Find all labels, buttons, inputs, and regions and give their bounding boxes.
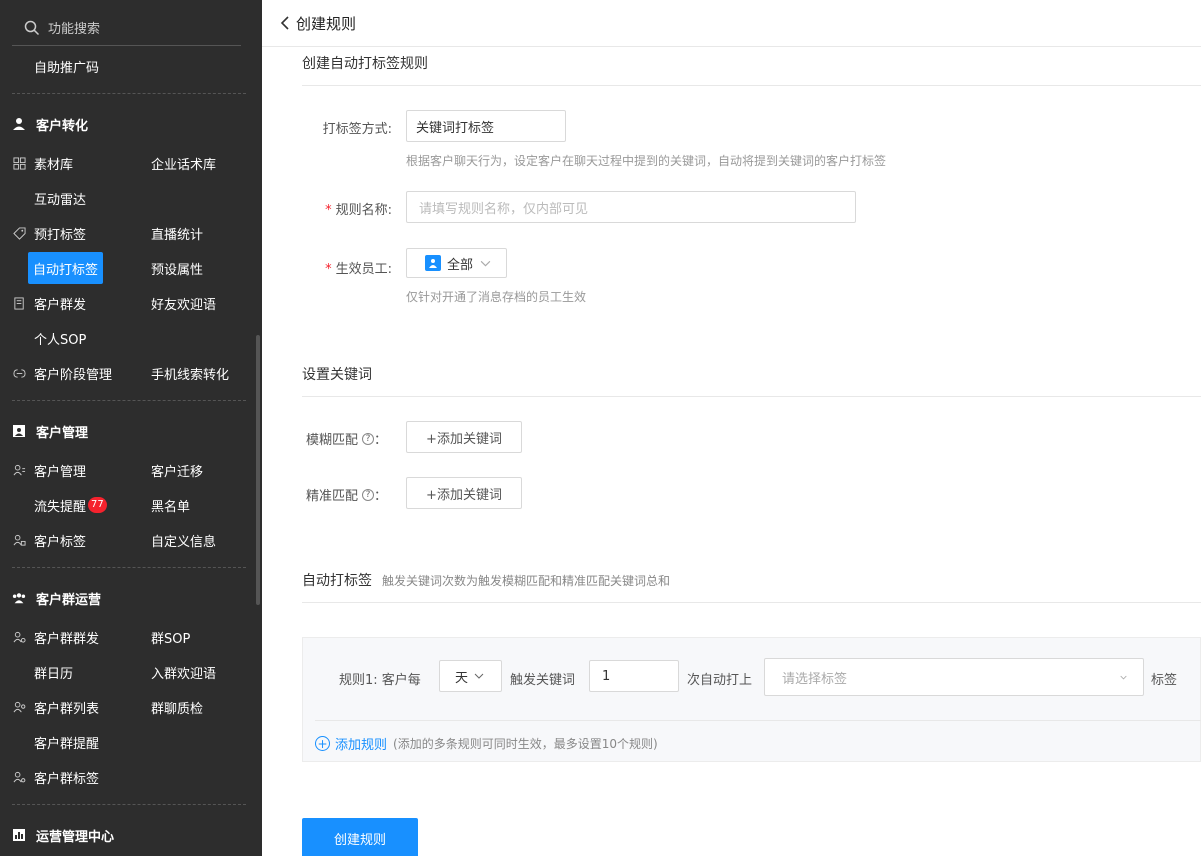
rule-name-input[interactable]: 请填写规则名称，仅内部可见 bbox=[406, 191, 856, 223]
sidebar-item-friend-welcome[interactable]: 好友欢迎语 bbox=[151, 293, 216, 313]
sidebar-item-radar[interactable]: 互动雷达 bbox=[34, 188, 86, 208]
rule-suffix: 标签 bbox=[1151, 673, 1178, 688]
tag-icon bbox=[12, 226, 26, 240]
section-ops-center: 运营管理中心 bbox=[12, 825, 114, 845]
section-group-operations: 客户群运营 bbox=[12, 588, 101, 608]
section-title-create-rule: 创建自动打标签规则 bbox=[302, 56, 428, 72]
sidebar-item-customer-tags[interactable]: 客户标签 bbox=[12, 530, 86, 550]
staff-hint: 仅针对开通了消息存档的员工生效 bbox=[406, 290, 587, 304]
rule-name-label: * 规则名称: bbox=[325, 203, 392, 218]
sidebar-divider bbox=[12, 400, 246, 401]
sidebar-item-personal-sop[interactable]: 个人SOP bbox=[34, 328, 86, 348]
sidebar-item-group-reminder[interactable]: 客户群提醒 bbox=[34, 732, 99, 752]
page-title: 创建规则 bbox=[296, 14, 357, 33]
function-search[interactable]: 功能搜索 bbox=[12, 10, 241, 46]
link-icon bbox=[12, 366, 26, 380]
user-list-icon bbox=[12, 463, 26, 477]
staff-label: * 生效员工: bbox=[325, 262, 392, 277]
sidebar-item-churn-alert[interactable]: 流失提醒 77 bbox=[34, 495, 107, 515]
sidebar-item-phone-leads[interactable]: 手机线索转化 bbox=[151, 363, 229, 383]
staff-avatar-icon bbox=[425, 255, 441, 271]
churn-count-badge: 77 bbox=[88, 497, 107, 513]
sidebar-item-pre-tag[interactable]: 预打标签 bbox=[12, 223, 86, 243]
rule-trigger-label: 触发关键词 bbox=[510, 673, 576, 688]
staff-select[interactable]: 全部 bbox=[406, 248, 507, 278]
add-fuzzy-keyword-button[interactable]: +添加关键词 bbox=[406, 421, 522, 453]
sidebar-item-mass-send[interactable]: 客户群发 bbox=[12, 293, 86, 313]
add-rule-hint: (添加的多条规则可同时生效，最多设置10个规则) bbox=[393, 737, 658, 751]
chevron-down-icon bbox=[1120, 675, 1127, 679]
search-placeholder: 功能搜索 bbox=[48, 22, 101, 37]
user-icon bbox=[12, 117, 26, 131]
group-icon bbox=[12, 591, 26, 605]
add-exact-keyword-button[interactable]: +添加关键词 bbox=[406, 477, 522, 509]
required-mark: * bbox=[325, 262, 332, 277]
sidebar-item-auto-tag[interactable]: 自动打标签 bbox=[28, 252, 104, 284]
sidebar-item-group-sop[interactable]: 群SOP bbox=[151, 627, 190, 647]
contact-card-icon bbox=[12, 424, 26, 438]
sidebar-item-group-mass-send[interactable]: 客户群群发 bbox=[12, 627, 99, 647]
sidebar-scrollbar[interactable] bbox=[256, 335, 260, 605]
chevron-down-icon bbox=[480, 260, 491, 266]
group-tag-icon bbox=[12, 770, 26, 784]
section-customer-management: 客户管理 bbox=[12, 421, 88, 441]
sidebar-item-group-list[interactable]: 客户群列表 bbox=[12, 697, 99, 717]
sidebar-item-group-qc[interactable]: 群聊质检 bbox=[151, 697, 203, 717]
section-divider bbox=[302, 602, 1201, 603]
document-icon bbox=[12, 296, 26, 310]
group-send-icon bbox=[12, 630, 26, 644]
search-icon bbox=[24, 20, 40, 35]
rule-period-select[interactable]: 天 bbox=[439, 660, 502, 692]
rule-divider bbox=[315, 720, 1201, 721]
required-mark: * bbox=[325, 203, 332, 218]
page-header: 创建规则 bbox=[262, 0, 1201, 47]
user-tag-icon bbox=[12, 533, 26, 547]
tag-method-hint: 根据客户聊天行为，设定客户在聊天过程中提到的关键词，自动将提到关键词的客户打标签 bbox=[406, 154, 887, 168]
rule-auto-tag-label: 次自动打上 bbox=[687, 673, 753, 688]
sidebar-item-material[interactable]: 素材库 bbox=[12, 153, 73, 173]
sidebar-item-customer-migrate[interactable]: 客户迁移 bbox=[151, 460, 203, 480]
section-divider bbox=[302, 396, 1201, 397]
sidebar-divider bbox=[12, 567, 246, 568]
tag-method-select[interactable]: 关键词打标签 bbox=[406, 110, 566, 142]
sidebar-item-blacklist[interactable]: 黑名单 bbox=[151, 495, 190, 515]
section-customer-conversion: 客户转化 bbox=[12, 114, 88, 134]
back-arrow-icon[interactable] bbox=[280, 16, 290, 30]
fuzzy-match-label: 模糊匹配 ? ： bbox=[306, 432, 388, 448]
sidebar-item-live-stats[interactable]: 直播统计 bbox=[151, 223, 203, 243]
grid-icon bbox=[12, 156, 26, 170]
add-rule-link[interactable]: 添加规则 bbox=[335, 734, 387, 753]
sidebar-divider bbox=[12, 93, 246, 94]
sidebar-item-self-promo-code[interactable]: 自助推广码 bbox=[34, 56, 99, 76]
sidebar-item-preset-attr[interactable]: 预设属性 bbox=[151, 258, 203, 278]
sidebar-item-group-tags[interactable]: 客户群标签 bbox=[12, 767, 99, 787]
sidebar-item-group-calendar[interactable]: 群日历 bbox=[34, 662, 73, 682]
rule-count-input[interactable]: 1 bbox=[589, 660, 679, 692]
chevron-down-icon bbox=[474, 673, 484, 679]
section-title-auto-tag: 自动打标签 触发关键词次数为触发模糊匹配和精准匹配关键词总和 bbox=[302, 573, 671, 589]
sidebar-item-custom-info[interactable]: 自定义信息 bbox=[151, 530, 216, 550]
exact-match-label: 精准匹配 ? ： bbox=[306, 488, 388, 504]
sidebar-divider bbox=[12, 804, 246, 805]
add-circle-icon[interactable]: + bbox=[315, 736, 330, 751]
create-rule-button[interactable]: 创建规则 bbox=[302, 818, 418, 856]
rule-prefix: 规则1: 客户每 bbox=[339, 673, 421, 688]
sidebar: 功能搜索 自助推广码 客户转化 素材库 企业话术库 互动雷达 预打标签 直播统计… bbox=[0, 0, 262, 856]
rule-panel: 规则1: 客户每 天 触发关键词 1 次自动打上 请选择标签 标签 + 添加规则… bbox=[302, 637, 1201, 762]
sidebar-item-group-welcome[interactable]: 入群欢迎语 bbox=[151, 662, 216, 682]
rule-tag-select[interactable]: 请选择标签 bbox=[764, 658, 1144, 696]
add-rule-row: + 添加规则 (添加的多条规则可同时生效，最多设置10个规则) bbox=[315, 734, 658, 753]
sidebar-item-scripts[interactable]: 企业话术库 bbox=[151, 153, 216, 173]
bar-chart-icon bbox=[12, 828, 26, 842]
help-icon[interactable]: ? bbox=[362, 432, 375, 445]
help-icon[interactable]: ? bbox=[362, 488, 375, 501]
tag-method-label: 打标签方式: bbox=[322, 122, 392, 137]
section-divider bbox=[302, 85, 1201, 86]
sidebar-item-stage-mgmt[interactable]: 客户阶段管理 bbox=[12, 363, 112, 383]
sidebar-item-customer-mgmt[interactable]: 客户管理 bbox=[12, 460, 86, 480]
group-list-icon bbox=[12, 700, 26, 714]
section-auto-tag-hint: 触发关键词次数为触发模糊匹配和精准匹配关键词总和 bbox=[382, 574, 671, 588]
section-title-keywords: 设置关键词 bbox=[302, 367, 372, 383]
